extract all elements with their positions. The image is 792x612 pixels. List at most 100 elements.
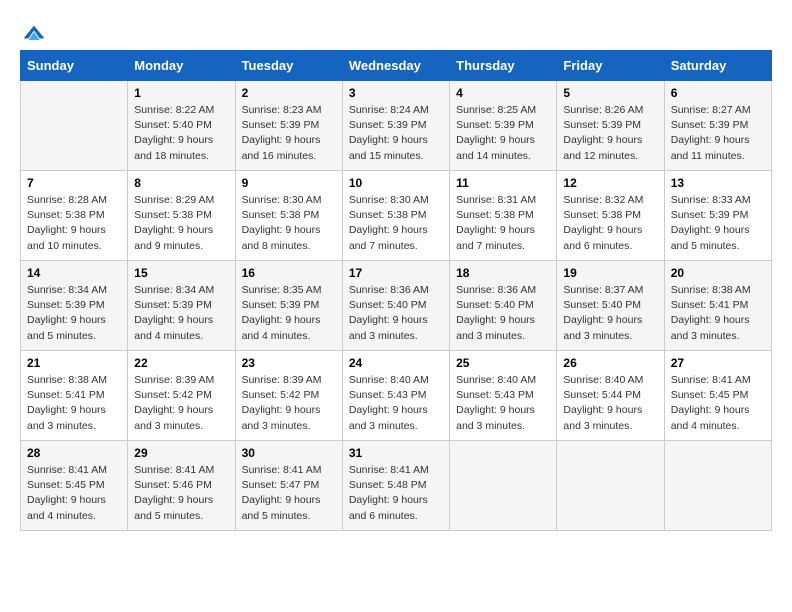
- day-number: 18: [456, 266, 550, 280]
- day-info: Sunrise: 8:36 AM Sunset: 5:40 PM Dayligh…: [349, 283, 443, 344]
- day-number: 17: [349, 266, 443, 280]
- header-day-saturday: Saturday: [664, 51, 771, 81]
- calendar-header-row: SundayMondayTuesdayWednesdayThursdayFrid…: [21, 51, 772, 81]
- day-info: Sunrise: 8:30 AM Sunset: 5:38 PM Dayligh…: [349, 193, 443, 254]
- calendar-cell: 18 Sunrise: 8:36 AM Sunset: 5:40 PM Dayli…: [450, 261, 557, 351]
- calendar-cell: 2Sunrise: 8:23 AM Sunset: 5:39 PM Daylig…: [235, 81, 342, 171]
- calendar-cell: 27Sunrise: 8:41 AM Sunset: 5:45 PM Dayli…: [664, 351, 771, 441]
- day-info: Sunrise: 8:26 AM Sunset: 5:39 PM Dayligh…: [563, 103, 657, 164]
- day-info: Sunrise: 8:31 AM Sunset: 5:38 PM Dayligh…: [456, 193, 550, 254]
- day-info: Sunrise: 8:23 AM Sunset: 5:39 PM Dayligh…: [242, 103, 336, 164]
- day-info: Sunrise: 8:25 AM Sunset: 5:39 PM Dayligh…: [456, 103, 550, 164]
- day-number: 26: [563, 356, 657, 370]
- calendar-cell: 28Sunrise: 8:41 AM Sunset: 5:45 PM Dayli…: [21, 441, 128, 531]
- day-number: 27: [671, 356, 765, 370]
- day-number: 15: [134, 266, 228, 280]
- day-info: Sunrise: 8:34 AM Sunset: 5:39 PM Dayligh…: [134, 283, 228, 344]
- day-number: 25: [456, 356, 550, 370]
- day-number: 1: [134, 86, 228, 100]
- logo-icon: [22, 20, 46, 44]
- calendar-cell: 29 Sunrise: 8:41 AM Sunset: 5:46 PM Dayli…: [128, 441, 235, 531]
- day-info: Sunrise: 8:41 AM Sunset: 5:46 PM Dayligh…: [134, 463, 228, 524]
- calendar-cell: 8 Sunrise: 8:29 AM Sunset: 5:38 PM Daylig…: [128, 171, 235, 261]
- calendar-cell: 14Sunrise: 8:34 AM Sunset: 5:39 PM Dayli…: [21, 261, 128, 351]
- day-number: 4: [456, 86, 550, 100]
- day-info: Sunrise: 8:41 AM Sunset: 5:48 PM Dayligh…: [349, 463, 443, 524]
- day-number: 5: [563, 86, 657, 100]
- day-number: 29: [134, 446, 228, 460]
- calendar-cell: 30 Sunrise: 8:41 AM Sunset: 5:47 PM Dayli…: [235, 441, 342, 531]
- day-info: Sunrise: 8:41 AM Sunset: 5:47 PM Dayligh…: [242, 463, 336, 524]
- day-number: 28: [27, 446, 121, 460]
- calendar-cell: 10 Sunrise: 8:30 AM Sunset: 5:38 PM Dayli…: [342, 171, 449, 261]
- calendar-week-row: 28Sunrise: 8:41 AM Sunset: 5:45 PM Dayli…: [21, 441, 772, 531]
- calendar-cell: 13Sunrise: 8:33 AM Sunset: 5:39 PM Dayli…: [664, 171, 771, 261]
- day-number: 16: [242, 266, 336, 280]
- day-info: Sunrise: 8:40 AM Sunset: 5:43 PM Dayligh…: [456, 373, 550, 434]
- day-info: Sunrise: 8:39 AM Sunset: 5:42 PM Dayligh…: [242, 373, 336, 434]
- day-info: Sunrise: 8:22 AM Sunset: 5:40 PM Dayligh…: [134, 103, 228, 164]
- calendar-cell: 15 Sunrise: 8:34 AM Sunset: 5:39 PM Dayli…: [128, 261, 235, 351]
- day-info: Sunrise: 8:30 AM Sunset: 5:38 PM Dayligh…: [242, 193, 336, 254]
- calendar-cell: 7 Sunrise: 8:28 AM Sunset: 5:38 PM Daylig…: [21, 171, 128, 261]
- day-info: Sunrise: 8:37 AM Sunset: 5:40 PM Dayligh…: [563, 283, 657, 344]
- calendar-cell: 24Sunrise: 8:40 AM Sunset: 5:43 PM Dayli…: [342, 351, 449, 441]
- calendar-cell: 1 Sunrise: 8:22 AM Sunset: 5:40 PM Daylig…: [128, 81, 235, 171]
- day-number: 11: [456, 176, 550, 190]
- calendar-cell: 5 Sunrise: 8:26 AM Sunset: 5:39 PM Daylig…: [557, 81, 664, 171]
- calendar-week-row: 21Sunrise: 8:38 AM Sunset: 5:41 PM Dayli…: [21, 351, 772, 441]
- calendar-cell: 12 Sunrise: 8:32 AM Sunset: 5:38 PM Dayli…: [557, 171, 664, 261]
- calendar-cell: 11 Sunrise: 8:31 AM Sunset: 5:38 PM Dayli…: [450, 171, 557, 261]
- header-day-sunday: Sunday: [21, 51, 128, 81]
- day-info: Sunrise: 8:39 AM Sunset: 5:42 PM Dayligh…: [134, 373, 228, 434]
- calendar-cell: 31 Sunrise: 8:41 AM Sunset: 5:48 PM Dayli…: [342, 441, 449, 531]
- day-info: Sunrise: 8:36 AM Sunset: 5:40 PM Dayligh…: [456, 283, 550, 344]
- calendar-cell: 20 Sunrise: 8:38 AM Sunset: 5:41 PM Dayli…: [664, 261, 771, 351]
- page-header: [20, 20, 772, 40]
- day-info: Sunrise: 8:27 AM Sunset: 5:39 PM Dayligh…: [671, 103, 765, 164]
- day-number: 20: [671, 266, 765, 280]
- calendar-cell: 26 Sunrise: 8:40 AM Sunset: 5:44 PM Dayli…: [557, 351, 664, 441]
- calendar-cell: [21, 81, 128, 171]
- calendar-cell: 22 Sunrise: 8:39 AM Sunset: 5:42 PM Dayli…: [128, 351, 235, 441]
- calendar-cell: 9 Sunrise: 8:30 AM Sunset: 5:38 PM Daylig…: [235, 171, 342, 261]
- day-info: Sunrise: 8:40 AM Sunset: 5:43 PM Dayligh…: [349, 373, 443, 434]
- day-info: Sunrise: 8:32 AM Sunset: 5:38 PM Dayligh…: [563, 193, 657, 254]
- calendar-cell: 6 Sunrise: 8:27 AM Sunset: 5:39 PM Daylig…: [664, 81, 771, 171]
- day-info: Sunrise: 8:40 AM Sunset: 5:44 PM Dayligh…: [563, 373, 657, 434]
- calendar-cell: 3 Sunrise: 8:24 AM Sunset: 5:39 PM Daylig…: [342, 81, 449, 171]
- day-number: 23: [242, 356, 336, 370]
- header-day-tuesday: Tuesday: [235, 51, 342, 81]
- calendar-week-row: 14 Sunrise: 8:34 AM Sunset: 5:39 PM Dayli…: [21, 261, 772, 351]
- day-info: Sunrise: 8:38 AM Sunset: 5:41 PM Dayligh…: [671, 283, 765, 344]
- day-number: 30: [242, 446, 336, 460]
- day-info: Sunrise: 8:28 AM Sunset: 5:38 PM Dayligh…: [27, 193, 121, 254]
- day-number: 3: [349, 86, 443, 100]
- calendar-week-row: 1 Sunrise: 8:22 AM Sunset: 5:40 PM Daylig…: [21, 81, 772, 171]
- day-info: Sunrise: 8:24 AM Sunset: 5:39 PM Dayligh…: [349, 103, 443, 164]
- day-number: 12: [563, 176, 657, 190]
- day-info: Sunrise: 8:29 AM Sunset: 5:38 PM Dayligh…: [134, 193, 228, 254]
- calendar-cell: 21Sunrise: 8:38 AM Sunset: 5:41 PM Dayli…: [21, 351, 128, 441]
- day-number: 14: [27, 266, 121, 280]
- day-number: 8: [134, 176, 228, 190]
- header-day-wednesday: Wednesday: [342, 51, 449, 81]
- day-number: 6: [671, 86, 765, 100]
- day-number: 9: [242, 176, 336, 190]
- day-number: 19: [563, 266, 657, 280]
- day-info: Sunrise: 8:38 AM Sunset: 5:41 PM Dayligh…: [27, 373, 121, 434]
- day-number: 13: [671, 176, 765, 190]
- day-number: 22: [134, 356, 228, 370]
- day-number: 10: [349, 176, 443, 190]
- calendar-cell: [557, 441, 664, 531]
- header-day-friday: Friday: [557, 51, 664, 81]
- calendar-cell: [664, 441, 771, 531]
- day-number: 31: [349, 446, 443, 460]
- calendar-table: SundayMondayTuesdayWednesdayThursdayFrid…: [20, 50, 772, 531]
- calendar-cell: 4 Sunrise: 8:25 AM Sunset: 5:39 PM Daylig…: [450, 81, 557, 171]
- logo: [20, 20, 46, 40]
- calendar-cell: 17 Sunrise: 8:36 AM Sunset: 5:40 PM Dayli…: [342, 261, 449, 351]
- day-number: 7: [27, 176, 121, 190]
- calendar-cell: 25 Sunrise: 8:40 AM Sunset: 5:43 PM Dayli…: [450, 351, 557, 441]
- calendar-cell: 19 Sunrise: 8:37 AM Sunset: 5:40 PM Dayli…: [557, 261, 664, 351]
